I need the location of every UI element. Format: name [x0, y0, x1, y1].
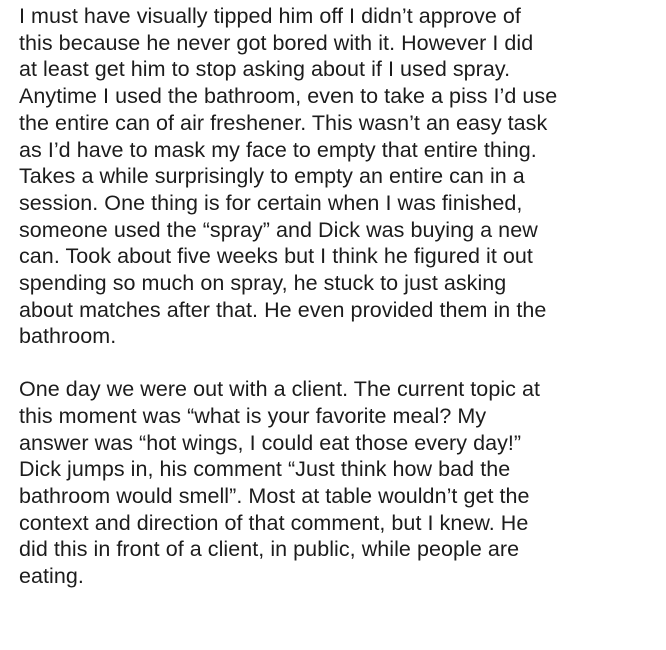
text-line: the entire can of air freshener. This wa…: [19, 110, 548, 135]
text-line: I must have visually tipped him off I di…: [19, 4, 521, 28]
text-page: I must have visually tipped him off I di…: [0, 0, 666, 650]
text-line: bathroom.: [19, 324, 117, 349]
text-line: did this in front of a client, in public…: [19, 537, 520, 562]
text-line: Dick jumps in, his comment “Just think h…: [19, 457, 511, 482]
text-line: can. Took about five weeks but I think h…: [19, 244, 533, 269]
text-line: spending so much on spray, he stuck to j…: [19, 271, 507, 296]
text-line: as I’d have to mask my face to empty tha…: [19, 137, 537, 162]
paragraph-1: I must have visually tipped him off I di…: [19, 3, 656, 350]
text-line: answer was “hot wings, I could eat those…: [19, 430, 522, 455]
text-line: Anytime I used the bathroom, even to tak…: [19, 84, 558, 109]
text-line: context and direction of that comment, b…: [19, 510, 529, 535]
text-line: bathroom would smell”. Most at table wou…: [19, 483, 530, 508]
text-line: this moment was “what is your favorite m…: [19, 403, 487, 428]
text-line: about matches after that. He even provid…: [19, 297, 547, 322]
text-line: someone used the “spray” and Dick was bu…: [19, 217, 538, 242]
text-line: session. One thing is for certain when I…: [19, 190, 523, 215]
text-line: eating.: [19, 564, 84, 589]
text-line: at least get him to stop asking about if…: [19, 57, 511, 82]
paragraph-2: One day we were out with a client. The c…: [19, 376, 656, 590]
text-line: One day we were out with a client. The c…: [19, 377, 541, 402]
text-line: Takes a while surprisingly to empty an e…: [19, 164, 525, 189]
text-line: this because he never got bored with it.…: [19, 30, 534, 55]
